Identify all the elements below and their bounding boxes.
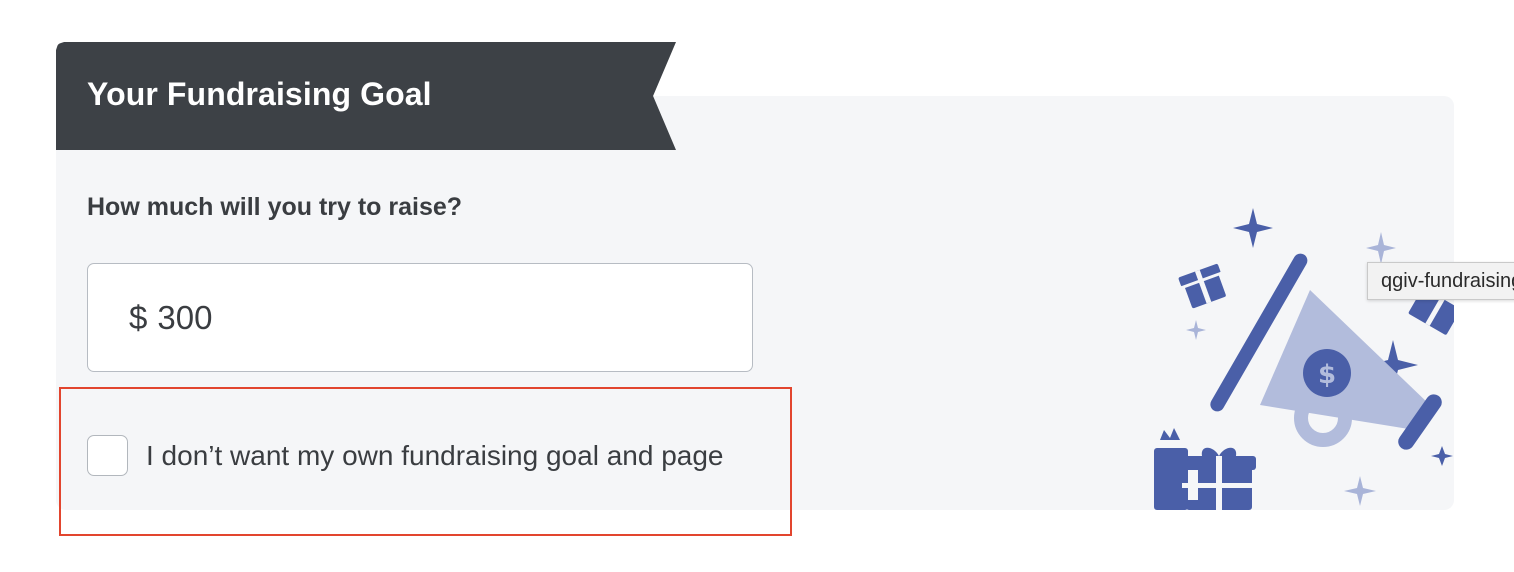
goal-amount-value: 300: [157, 298, 213, 336]
opt-out-checkbox-label[interactable]: I don’t want my own fundraising goal and…: [146, 440, 724, 472]
section-title: Your Fundraising Goal: [87, 76, 432, 112]
megaphone-illustration: $: [1140, 200, 1454, 510]
sparkle-icon: [1344, 476, 1376, 506]
gift-icon: [1178, 263, 1226, 309]
svg-text:$: $: [1318, 360, 1336, 390]
megaphone-illustration-svg: $: [1154, 208, 1454, 510]
gift-icon: [1154, 428, 1256, 510]
sparkle-icon: [1366, 232, 1396, 264]
opt-out-checkbox[interactable]: [87, 435, 128, 476]
currency-symbol: $: [129, 298, 148, 336]
sparkle-icon: [1233, 208, 1273, 248]
sparkle-icon: [1186, 320, 1206, 340]
element-tooltip: qgiv-fundraising: [1367, 262, 1514, 300]
goal-amount-input[interactable]: $ 300: [87, 263, 753, 372]
goal-question-label: How much will you try to raise?: [87, 193, 463, 221]
sparkle-icon: [1431, 446, 1453, 466]
